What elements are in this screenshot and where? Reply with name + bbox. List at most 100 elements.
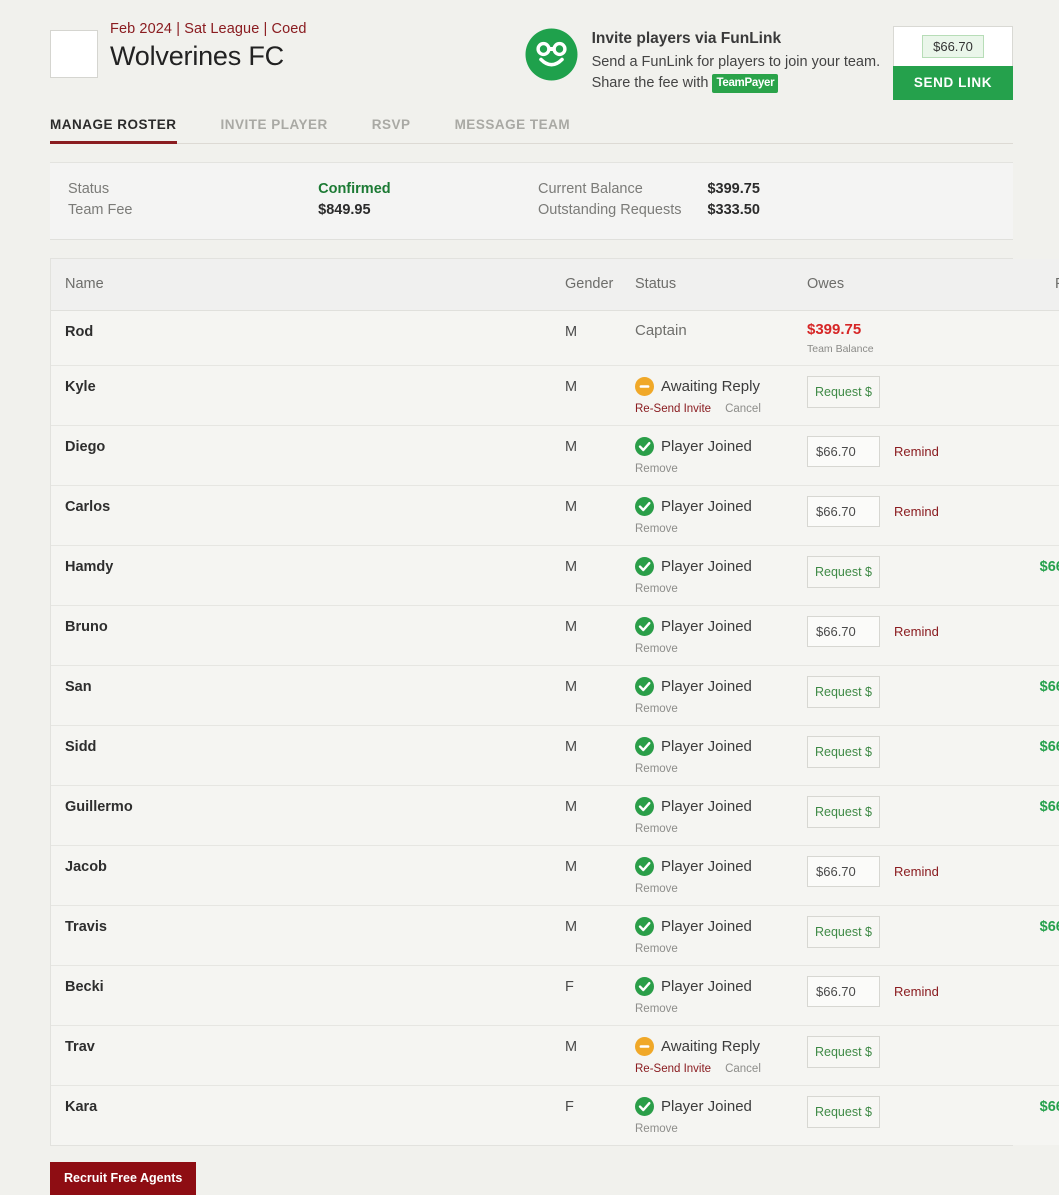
- player-gender: M: [565, 845, 635, 906]
- request-money-button[interactable]: Request $: [807, 916, 880, 948]
- page-root: Feb 2024 | Sat League | Coed Wolverines …: [0, 0, 1059, 1195]
- remove-player-link[interactable]: Remove: [635, 583, 678, 595]
- player-name: Carlos: [51, 485, 565, 546]
- check-circle-icon: [635, 437, 654, 456]
- remove-player-link[interactable]: Remove: [635, 643, 678, 655]
- owes-amount-input[interactable]: [807, 856, 880, 887]
- player-owes-cell: Request $: [807, 905, 979, 966]
- player-gender: F: [565, 1085, 635, 1145]
- status-badge: Confirmed: [318, 181, 391, 197]
- remind-link[interactable]: Remind: [894, 504, 939, 519]
- player-gender: M: [565, 665, 635, 726]
- remove-player-link[interactable]: Remove: [635, 1003, 678, 1015]
- player-name: Hamdy: [51, 545, 565, 606]
- remove-player-link[interactable]: Remove: [635, 1123, 678, 1135]
- status-line: Player Joined: [635, 977, 807, 996]
- remove-player-link[interactable]: Remove: [635, 823, 678, 835]
- roster-table-head: Name Gender Status Owes Paid: [51, 259, 1059, 311]
- request-money-button[interactable]: Request $: [807, 1096, 880, 1128]
- send-link-panel: $66.70 SEND LINK: [893, 26, 1013, 100]
- player-status-cell: Awaiting Reply Re-Send Invite Cancel: [635, 1025, 807, 1086]
- request-money-button[interactable]: Request $: [807, 676, 880, 708]
- team-logo: [50, 30, 98, 78]
- owes-controls: Remind: [807, 496, 979, 527]
- tab-manage-roster[interactable]: MANAGE ROSTER: [50, 117, 177, 144]
- owes-controls: Request $: [807, 376, 979, 408]
- owes-amount-input[interactable]: [807, 436, 880, 467]
- team-identity: Feb 2024 | Sat League | Coed Wolverines …: [50, 22, 307, 78]
- remove-player-link[interactable]: Remove: [635, 883, 678, 895]
- player-paid-amount: $66.70: [979, 785, 1059, 846]
- player-gender: M: [565, 545, 635, 606]
- tab-invite-player[interactable]: INVITE PLAYER: [221, 117, 328, 144]
- request-money-button[interactable]: Request $: [807, 376, 880, 408]
- remind-link[interactable]: Remind: [894, 864, 939, 879]
- table-row: SiddM Player Joined Remove Request $ $66.70: [51, 725, 1059, 786]
- resend-invite-link[interactable]: Re-Send Invite: [635, 403, 711, 415]
- cancel-invite-link[interactable]: Cancel: [725, 403, 761, 415]
- column-header-name: Name: [51, 259, 565, 311]
- table-row: BeckiF Player Joined Remove Remind: [51, 965, 1059, 1026]
- status-line: Captain: [635, 322, 807, 339]
- check-circle-icon: [635, 797, 654, 816]
- tab-message-team[interactable]: MESSAGE TEAM: [455, 117, 571, 144]
- player-owes-cell: Request $: [807, 665, 979, 726]
- summary-left-column: Status Confirmed Team Fee $849.95: [68, 179, 538, 221]
- tab-rsvp[interactable]: RSVP: [372, 117, 411, 144]
- player-status-cell: Player Joined Remove: [635, 785, 807, 846]
- remind-link[interactable]: Remind: [894, 444, 939, 459]
- player-status-text: Player Joined: [661, 978, 752, 995]
- check-circle-icon: [635, 857, 654, 876]
- remind-link[interactable]: Remind: [894, 984, 939, 999]
- player-status-text: Player Joined: [661, 498, 752, 515]
- player-gender: M: [565, 785, 635, 846]
- funlink-line-1: Send a FunLink for players to join your …: [591, 54, 881, 70]
- player-paid-amount: [979, 965, 1059, 1026]
- player-status-text: Player Joined: [661, 738, 752, 755]
- send-link-amount-wrap: $66.70: [893, 26, 1013, 66]
- status-action-links: Remove: [635, 1003, 807, 1015]
- player-gender: M: [565, 425, 635, 486]
- player-name: Travis: [51, 905, 565, 966]
- request-money-button[interactable]: Request $: [807, 736, 880, 768]
- player-status-text: Captain: [635, 322, 687, 339]
- remove-player-link[interactable]: Remove: [635, 763, 678, 775]
- funlink-share-text: Share the fee with: [591, 74, 709, 91]
- remove-player-link[interactable]: Remove: [635, 463, 678, 475]
- player-name: Sidd: [51, 725, 565, 786]
- player-status-text: Player Joined: [661, 558, 752, 575]
- request-money-button[interactable]: Request $: [807, 796, 880, 828]
- roster-footer: Recruit Free Agents: [50, 1162, 1013, 1195]
- teampayer-logo: TeamPayer: [712, 73, 779, 93]
- request-money-button[interactable]: Request $: [807, 1036, 880, 1068]
- player-owes-cell: Remind: [807, 425, 979, 486]
- table-row: Kyle M Awaiting Reply Re-Send Invite Cancel R…: [51, 365, 1059, 426]
- resend-invite-link[interactable]: Re-Send Invite: [635, 1063, 711, 1075]
- remind-link[interactable]: Remind: [894, 624, 939, 639]
- send-link-button[interactable]: SEND LINK: [893, 66, 1013, 100]
- player-owes-cell: Remind: [807, 845, 979, 906]
- remove-player-link[interactable]: Remove: [635, 703, 678, 715]
- status-line: Player Joined: [635, 677, 807, 696]
- cancel-invite-link[interactable]: Cancel: [725, 1063, 761, 1075]
- player-gender: M: [565, 1025, 635, 1086]
- player-status-text: Player Joined: [661, 678, 752, 695]
- owes-amount-input[interactable]: [807, 496, 880, 527]
- remove-player-link[interactable]: Remove: [635, 943, 678, 955]
- funlink-amount-input[interactable]: $66.70: [922, 35, 984, 58]
- owes-amount-input[interactable]: [807, 616, 880, 647]
- pending-minus-circle-icon: [635, 1037, 654, 1056]
- player-status-text: Awaiting Reply: [661, 378, 760, 395]
- table-row: Guillermo M Player Joined Remove Request $ $6…: [51, 785, 1059, 846]
- tab-bar: MANAGE ROSTER INVITE PLAYER RSVP MESSAGE…: [50, 104, 1013, 144]
- status-action-links: Remove: [635, 523, 807, 535]
- remove-player-link[interactable]: Remove: [635, 523, 678, 535]
- player-paid-amount: $66.70: [979, 545, 1059, 606]
- owes-amount-input[interactable]: [807, 976, 880, 1007]
- summary-right-column: Current Balance $399.75 Outstanding Requ…: [538, 179, 760, 221]
- player-owes-cell: $399.75 Team Balance: [807, 310, 979, 366]
- recruit-free-agents-button[interactable]: Recruit Free Agents: [50, 1162, 197, 1195]
- request-money-button[interactable]: Request $: [807, 556, 880, 588]
- owes-controls: Request $: [807, 796, 979, 828]
- owes-controls: Request $: [807, 556, 979, 588]
